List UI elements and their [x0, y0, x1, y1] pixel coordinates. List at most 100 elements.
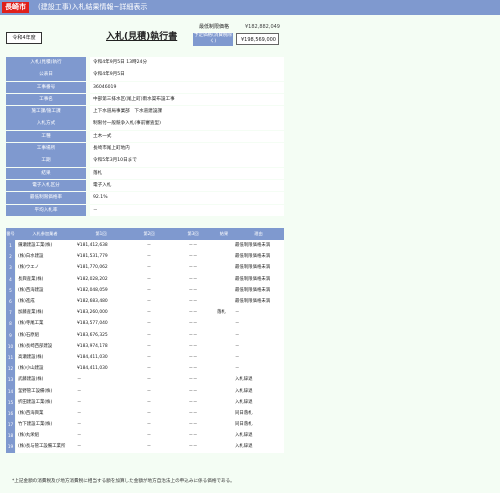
round3-amount: －－ — [171, 329, 215, 341]
bid-result — [215, 351, 233, 364]
round1-amount: ¥182,683,480 — [75, 295, 127, 308]
table-row: 1 鎌瀬建設工業(株) ¥181,412,638 －－－ 最低制限価格未満 — [6, 240, 284, 252]
info-label: 施工課/施工課 — [6, 106, 86, 118]
info-label: 平均入札率 — [6, 204, 86, 217]
round2-amount: － — [127, 340, 171, 352]
round3-amount: －－ — [171, 273, 215, 285]
round3-amount: －－ — [171, 407, 215, 419]
table-row: 18 (株)丸栄組－－－－ 入札辞退 — [6, 430, 284, 442]
info-label: 公表日 — [6, 69, 86, 81]
bid-number: 10 — [6, 340, 15, 352]
info-value: 落札 — [90, 167, 284, 180]
round1-amount: ¥182,048,059 — [75, 284, 127, 296]
info-label: 工事番号 — [6, 81, 86, 94]
bid-number: 5 — [6, 284, 15, 296]
bidder-name: 武藤建設(株) — [15, 374, 75, 386]
info-value: 令和5年3月10日まで — [90, 155, 284, 167]
bid-number: 13 — [6, 374, 15, 386]
round1-amount: ¥183,676,325 — [75, 329, 127, 341]
bid-result — [215, 295, 233, 308]
round2-amount: － — [127, 351, 171, 364]
round1-amount: ¥181,412,638 — [75, 240, 127, 252]
document-heading: 入札(見積)執行書 — [106, 32, 178, 42]
round3-amount: －－ — [171, 396, 215, 408]
info-value: 上下水道局事業部 下水道建設課 — [90, 106, 284, 118]
bid-table-header-row: 番号 入札参加業者 第1回 第2回 第3回 結果 理由 — [6, 228, 284, 240]
table-row: 2 (株)白水建設 ¥181,531,779 －－－ 最低制限価格未満 — [6, 251, 284, 263]
info-row: 結果 落札 — [6, 167, 284, 180]
round3-amount: －－ — [171, 430, 215, 442]
bidder-name: (株)白水建設 — [15, 251, 75, 263]
bid-reason: 最低制限価格未満 — [233, 284, 284, 296]
info-value: 令和4年9月5日 13時24分 — [90, 57, 284, 69]
min-price-label: 最低制限価格 — [198, 24, 229, 30]
bid-number: 1 — [6, 240, 15, 252]
bidder-name: 鎌瀬建設工業(株) — [15, 240, 75, 252]
price-footnote: *上記金額の消費税及び地方消費税に相当する額を加算した金額が地方自治法上の申込み… — [12, 479, 235, 484]
bid-reason: 最低制限価格未満 — [233, 295, 284, 308]
col-header-result: 結果 — [215, 228, 233, 240]
bid-reason: 入札辞退 — [233, 430, 284, 442]
bid-number: 7 — [6, 307, 15, 319]
round1-amount: ¥183,577,040 — [75, 318, 127, 330]
round3-amount: －－ — [171, 385, 215, 397]
table-row: 7 加藤産業(株) ¥183,260,000 －－－ 落札－ — [6, 307, 284, 319]
col-header-number: 番号 — [6, 228, 15, 240]
bidder-name: 釜野管工設備(株) — [15, 385, 75, 397]
bid-number: 16 — [6, 407, 15, 419]
round1-amount: － — [75, 430, 127, 442]
bid-reason: 最低制限価格未満 — [233, 262, 284, 274]
bid-reason: 入札辞退 — [233, 396, 284, 408]
info-value: 土木一式 — [90, 130, 284, 143]
bidder-name: 長興産業(株) — [15, 273, 75, 285]
tender-info-table: 入札(見積)執行 令和4年9月5日 13時24分 公表日 令和4年9月5日 工事番号 36… — [6, 57, 284, 217]
bidder-name: 竹下建設工業(株) — [15, 419, 75, 431]
info-label: 結果 — [6, 167, 86, 180]
bidder-name: (株)寺尾工業 — [15, 318, 75, 330]
info-row: 工種 土木一式 — [6, 130, 284, 143]
info-label: 工期 — [6, 155, 86, 167]
bid-result — [215, 284, 233, 296]
table-row: 11 高瀬建設(株) ¥184,411,030 －－－－ — [6, 351, 284, 364]
round1-amount: ¥181,531,779 — [75, 251, 127, 263]
info-label: 電子入札区分 — [6, 179, 86, 192]
info-label: 工事場所 — [6, 143, 86, 155]
round2-amount: － — [127, 407, 171, 419]
bidder-name: (株)西海興業 — [15, 407, 75, 419]
bidder-name: (株)西海建設 — [15, 284, 75, 296]
bid-number: 19 — [6, 441, 15, 453]
bidder-name: (株)ウエノ — [15, 262, 75, 274]
table-row: 12 (株)小山建設 ¥184,411,030 －－－－ — [6, 363, 284, 375]
bidder-name: 高瀬建設(株) — [15, 351, 75, 364]
round2-amount: － — [127, 441, 171, 453]
table-row: 9 (株)石原組 ¥183,676,325 －－－－ — [6, 329, 284, 341]
round2-amount: － — [127, 363, 171, 375]
info-row: 工事名 中部第三排水区(尾上町)雨水渠布設工事 — [6, 93, 284, 106]
round3-amount: －－ — [171, 374, 215, 386]
info-row: 電子入札区分 電子入札 — [6, 179, 284, 192]
table-row: 16 (株)西海興業－－－－ 同日落札 — [6, 407, 284, 419]
bid-reason: 入札辞退 — [233, 374, 284, 386]
round1-amount: ¥182,028,202 — [75, 273, 127, 285]
round2-amount: － — [127, 284, 171, 296]
bid-reason: － — [233, 340, 284, 352]
bid-result — [215, 419, 233, 431]
bid-result — [215, 251, 233, 263]
info-label: 最低制限価格率 — [6, 192, 86, 204]
bid-result — [215, 441, 233, 453]
city-badge[interactable]: 長崎市 — [2, 2, 29, 13]
bid-result — [215, 430, 233, 442]
bid-number: 18 — [6, 430, 15, 442]
bid-result — [215, 385, 233, 397]
info-label: 入札方式 — [6, 118, 86, 130]
table-row: 3 (株)ウエノ ¥181,770,062 －－－ 最低制限価格未満 — [6, 262, 284, 274]
bid-reason: 最低制限価格未満 — [233, 273, 284, 285]
col-header-round1: 第1回 — [75, 228, 127, 240]
info-row: 入札方式 制限付一般競争入札(事前審査型) — [6, 118, 284, 130]
round3-amount: －－ — [171, 351, 215, 364]
bid-number: 2 — [6, 251, 15, 263]
bid-reason: 最低制限価格未満 — [233, 240, 284, 252]
bid-reason: － — [233, 329, 284, 341]
info-row: 工期 令和5年3月10日まで — [6, 155, 284, 167]
info-value: － — [90, 204, 284, 217]
